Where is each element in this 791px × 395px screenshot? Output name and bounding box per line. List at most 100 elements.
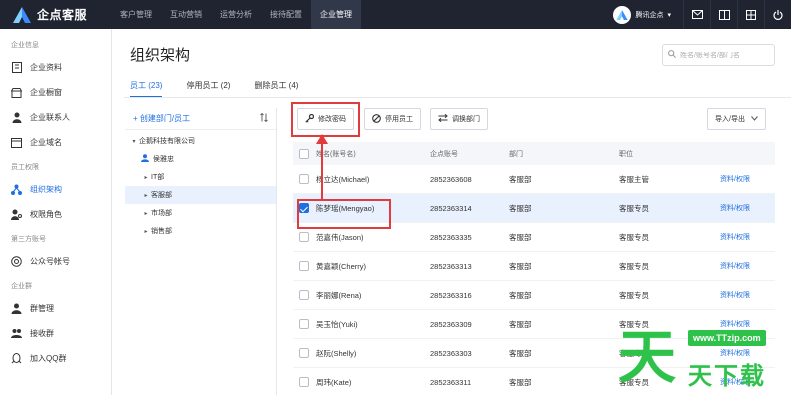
app-logo-icon [13,6,31,23]
sidebar-item-domain[interactable]: 企业域名 [0,130,111,155]
caret-right-icon[interactable]: ▸ [141,192,151,199]
row-checkbox[interactable] [298,174,309,184]
cell-dept: 客服部 [509,203,532,213]
sidebar-group-title: 企业群 [11,283,32,290]
watermark: 天 www.TTzip.com 天下载 [618,322,791,395]
tree-dept[interactable]: ▸ 销售部 [125,222,276,240]
tree-user[interactable]: 侯雅忠 [125,150,276,168]
table-header: 姓名(账号名) 企点账号 部门 职位 [293,142,775,165]
move-dept-button[interactable]: 调换部门 [430,108,488,130]
tree-dept-label: IT部 [151,174,165,181]
cell-name: 吴玉怡(Yuki) [316,319,358,329]
profile-permission-link[interactable]: 资料/权限 [720,174,775,184]
row-checkbox[interactable] [298,232,309,242]
topnav-enterprise[interactable]: 企业管理 [311,0,361,29]
cell-account: 2852363316 [430,290,472,300]
cell-title: 客服专员 [619,290,649,300]
profile-permission-link[interactable]: 资料/权限 [720,232,775,242]
org-chart-icon [11,184,22,195]
sort-icon[interactable] [260,112,268,124]
table-row[interactable]: 黄嘉颖(Cherry) 2852363313 客服部 客服专员 资料/权限 [293,252,775,281]
tree-dept[interactable]: ▸ 市场部 [125,204,276,222]
tree-company-label: 企鹅科技有限公司 [139,138,195,145]
brand[interactable]: 企点客服 [13,5,87,24]
select-all-checkbox[interactable] [298,148,309,159]
sidebar-item-label: 企业域名 [30,138,62,147]
tab-deleted-staff[interactable]: 删除员工 (4) [254,78,298,98]
row-checkbox[interactable] [298,319,309,329]
row-checkbox[interactable] [298,377,309,387]
company-switcher[interactable]: 腾讯企点 ▾ [613,5,671,24]
tree-dept-label: 客服部 [151,192,172,199]
sidebar-item-join-qq-group[interactable]: 加入QQ群 [0,346,111,371]
company-avatar [613,5,632,24]
company-name: 腾讯企点 [635,11,664,19]
sidebar-item-contacts[interactable]: 企业联系人 [0,105,111,130]
col-header-dept: 部门 [509,150,523,158]
cell-title: 客服专员 [619,232,649,242]
mail-icon[interactable] [683,0,710,29]
topnav-analytics[interactable]: 运营分析 [211,0,261,29]
topnav-customer[interactable]: 客户管理 [111,0,161,29]
caret-right-icon[interactable]: ▸ [141,210,151,217]
chevron-down-icon: ▾ [667,11,671,19]
profile-permission-link[interactable]: 资料/权限 [720,261,775,271]
sidebar-item-label: 群管理 [30,304,54,313]
sidebar-item-label: 企业橱窗 [30,88,62,97]
sidebar-item-label: 企业联系人 [30,113,70,122]
sidebar-item-org-chart[interactable]: 组织架构 [0,177,111,202]
row-checkbox[interactable] [298,290,309,300]
sidebar-item-roles[interactable]: 权限角色 [0,202,111,227]
table-row[interactable]: 杨立达(Michael) 2852363608 客服部 客服主管 资料/权限 [293,165,775,194]
cell-account: 2852363303 [430,348,472,358]
row-checkbox[interactable] [298,348,309,358]
caret-down-icon[interactable]: ▾ [129,138,139,145]
tree-user-label: 侯雅忠 [153,156,174,163]
grid-icon[interactable] [737,0,764,29]
caret-right-icon[interactable]: ▸ [141,228,151,235]
cell-name: 李丽娜(Rena) [316,290,362,300]
sidebar-item-group-manage[interactable]: 群管理 [0,296,111,321]
ban-icon [372,113,381,125]
disable-staff-label: 停用员工 [385,116,413,123]
sidebar-group-title: 员工权限 [11,164,39,171]
row-checkbox[interactable] [298,261,309,271]
cell-dept: 客服部 [509,261,532,271]
import-export-label: 导入/导出 [715,116,745,123]
col-header-account: 企点账号 [430,150,458,158]
tab-staff[interactable]: 员工 (23) [130,78,163,98]
profile-permission-link[interactable]: 资料/权限 [720,203,775,213]
sidebar-item-receive-group[interactable]: 接收群 [0,321,111,346]
group-icon [11,303,22,314]
receive-group-icon [11,328,22,339]
sidebar-item-label: 企业资料 [30,63,62,72]
tree-company[interactable]: ▾ 企鹅科技有限公司 [125,132,276,150]
tree-dept[interactable]: ▸ IT部 [125,168,276,186]
tab-disabled-staff[interactable]: 停用员工 (2) [186,78,230,98]
profile-permission-link[interactable]: 资料/权限 [720,290,775,300]
create-dept-staff-button[interactable]: + 创建部门/员工 [133,113,190,124]
sidebar-item-showcase[interactable]: 企业橱窗 [0,80,111,105]
logout-icon[interactable] [764,0,791,29]
tabs-divider [124,97,791,98]
store-icon [11,87,22,98]
tree-dept-label: 市场部 [151,210,172,217]
disable-staff-button[interactable]: 停用员工 [364,108,421,130]
cell-account: 2852363335 [430,232,472,242]
sidebar-item-enterprise-info[interactable]: 企业资料 [0,55,111,80]
user-icon [141,154,149,164]
caret-right-icon[interactable]: ▸ [141,174,151,181]
topnav-reception[interactable]: 接待配置 [261,0,311,29]
department-tree: + 创建部门/员工 ▾ 企鹅科技有限公司 侯雅忠 ▸ IT部 ▸ 客服部 ▸ 市… [125,108,277,395]
cell-account: 2852363314 [430,203,472,213]
watermark-url: www.TTzip.com [688,330,766,346]
search-box[interactable] [662,44,775,66]
book-icon[interactable] [710,0,737,29]
contact-icon [11,112,22,123]
topnav-marketing[interactable]: 互动营销 [161,0,211,29]
import-export-button[interactable]: 导入/导出 [707,108,766,130]
sidebar-item-official-account[interactable]: 公众号帐号 [0,249,111,274]
table-row[interactable]: 李丽娜(Rena) 2852363316 客服部 客服专员 资料/权限 [293,281,775,310]
tree-dept[interactable]: ▸ 客服部 [125,186,276,204]
search-input[interactable] [680,51,772,59]
